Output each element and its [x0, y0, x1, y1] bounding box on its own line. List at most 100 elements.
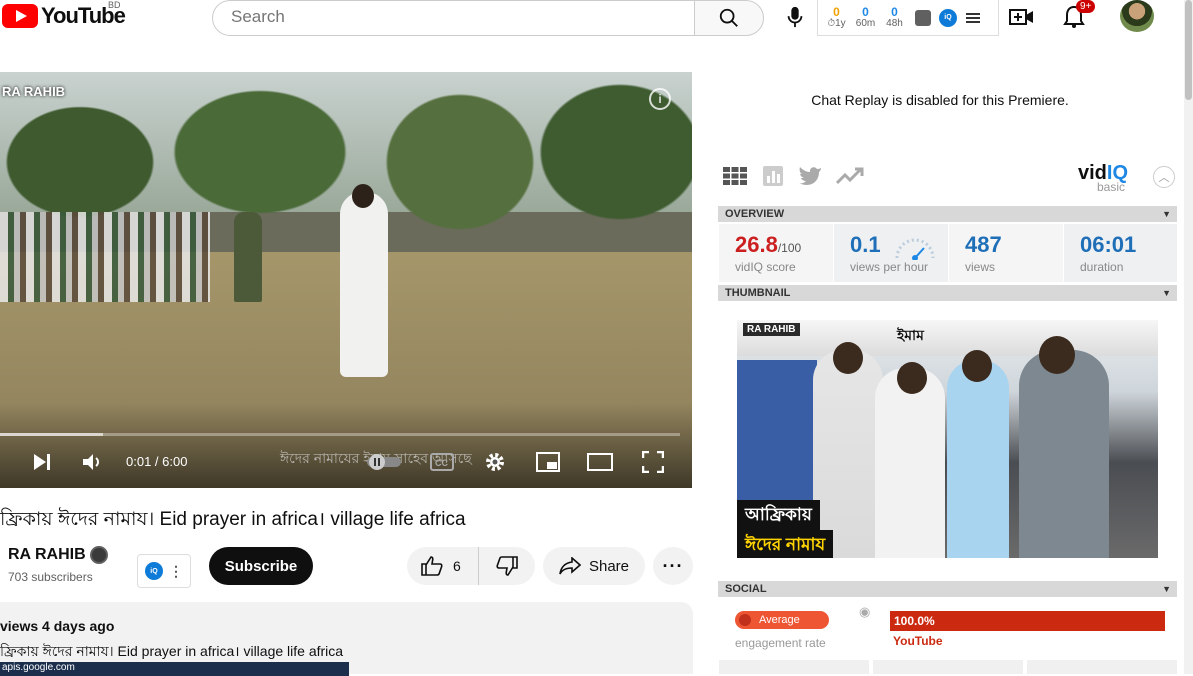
overview-duration: 06:01 duration — [1064, 224, 1177, 282]
video-time: 0:01 / 6:00 — [126, 454, 188, 469]
duration-label: duration — [1080, 260, 1124, 274]
description-meta: views 4 days ago — [0, 618, 115, 634]
video-thumbnail[interactable]: RA RAHIB ইমাম আফ্রিকায় ঈদের নামায — [737, 320, 1158, 558]
theater-mode-button[interactable] — [586, 450, 614, 474]
caret-down-icon: ▼ — [1162, 584, 1171, 594]
overview-label: OVERVIEW — [725, 208, 785, 220]
thumb-caption-1: আফ্রিকায় — [737, 500, 820, 532]
thumb-person-1 — [813, 350, 883, 558]
thumb-head-1 — [833, 342, 863, 374]
create-button[interactable] — [1008, 3, 1036, 31]
channel-badge-icon — [89, 546, 108, 564]
video-frame-imam — [340, 192, 388, 377]
grid-icon[interactable] — [722, 165, 748, 187]
social-label: SOCIAL — [725, 583, 767, 595]
search-icon — [719, 8, 738, 27]
overview-header[interactable]: OVERVIEW ▼ — [718, 206, 1177, 222]
info-icon[interactable]: i — [649, 88, 671, 110]
social-stat-cell — [873, 660, 1023, 674]
stat-48h-label: 48h — [886, 17, 903, 29]
theater-mode-icon — [587, 453, 613, 471]
description-text: ফ্রিকায় ঈদের নামায। Eid prayer in afric… — [0, 643, 344, 659]
vidiq-tier: basic — [1097, 180, 1126, 194]
thumb-head-2 — [897, 362, 927, 394]
menu-icon[interactable] — [966, 11, 980, 25]
search-box[interactable] — [212, 0, 695, 36]
video-progress-bar[interactable] — [0, 433, 680, 436]
dislike-button[interactable] — [479, 547, 535, 585]
share-button[interactable]: Share — [543, 547, 645, 585]
thumbnail-label: THUMBNAIL — [725, 287, 791, 299]
vidiq-toolbar: 0 ⏱1y 0 60m 0 48h iQ — [817, 0, 999, 36]
thumbs-down-icon — [496, 556, 518, 576]
engagement-badge-text: Average — [759, 614, 800, 626]
like-dislike-group: 6 — [407, 547, 535, 585]
search-button[interactable] — [694, 0, 764, 36]
stat-48h: 0 48h — [880, 6, 909, 29]
thumb-person-2 — [875, 368, 945, 558]
views-label: views — [965, 260, 996, 274]
stats-icon[interactable] — [762, 165, 784, 187]
stat-60m: 0 60m — [851, 6, 880, 29]
vidiq-icon: iQ — [145, 562, 163, 580]
trending-icon[interactable] — [836, 166, 864, 186]
video-frame-soldier — [234, 212, 262, 302]
volume-icon — [83, 454, 99, 470]
subscriber-count: 703 subscribers — [8, 570, 93, 584]
voice-search-button[interactable] — [780, 2, 810, 32]
vidiq-channel-button[interactable]: iQ ⋮ — [137, 554, 191, 588]
fullscreen-button[interactable] — [640, 450, 666, 474]
page-scrollbar[interactable] — [1184, 0, 1193, 674]
country-code: BD — [108, 0, 121, 10]
bar-chart-icon[interactable] — [915, 9, 931, 26]
social-stat-cell — [1027, 660, 1177, 674]
video-frame-crowd — [0, 212, 210, 302]
controls-gradient — [0, 402, 692, 488]
caret-down-icon: ▼ — [1162, 209, 1171, 219]
engagement-label: engagement rate — [735, 636, 826, 650]
youtube-play-icon — [2, 4, 38, 28]
video-buffered-fill — [0, 433, 103, 436]
miniplayer-button[interactable] — [534, 450, 562, 474]
more-actions-button[interactable]: ··· — [653, 547, 693, 585]
more-vert-icon: ⋮ — [169, 562, 183, 579]
thumbs-up-icon — [421, 556, 443, 576]
svg-text:CC: CC — [435, 458, 448, 468]
video-create-icon — [1009, 9, 1033, 25]
volume-button[interactable] — [80, 450, 106, 474]
search-input[interactable] — [213, 1, 695, 33]
thumbnail-header[interactable]: THUMBNAIL ▼ — [718, 285, 1177, 301]
youtube-logo[interactable]: YouTube — [0, 2, 126, 30]
social-header[interactable]: SOCIAL ▼ — [718, 581, 1177, 597]
channel-name[interactable]: RA RAHIB — [8, 546, 108, 564]
twitter-icon[interactable] — [798, 166, 822, 186]
subscribe-button[interactable]: Subscribe — [209, 547, 313, 585]
share-icon — [559, 557, 581, 575]
stat-1y: 0 ⏱1y — [822, 4, 851, 29]
stat-1y-value: 0 — [833, 4, 840, 19]
sad-face-icon — [739, 614, 751, 626]
like-button[interactable]: 6 — [407, 547, 479, 585]
video-player[interactable]: RA RAHIB i ঈদের নামাযের ইমাম সাহেব আসছে … — [0, 72, 692, 488]
stat-1y-label: ⏱1y — [827, 17, 846, 29]
vidiq-icon[interactable]: iQ — [939, 8, 957, 27]
share-label: Share — [588, 557, 630, 575]
avatar[interactable] — [1120, 0, 1154, 32]
autoplay-toggle-icon — [367, 454, 401, 470]
next-button[interactable] — [30, 450, 54, 474]
captions-button[interactable]: CC — [428, 450, 456, 474]
like-count: 6 — [453, 558, 461, 574]
chat-replay-notice: Chat Replay is disabled for this Premier… — [811, 92, 1069, 108]
settings-button[interactable] — [481, 450, 509, 474]
scrollbar-thumb[interactable] — [1185, 0, 1192, 100]
engagement-badge: Average — [735, 611, 829, 629]
collapse-panel-button[interactable]: ︿ — [1153, 166, 1175, 188]
overview-views-per-hour: 0.1 views per hour — [834, 224, 948, 282]
channel-name-text: RA RAHIB — [8, 546, 86, 563]
eye-icon[interactable]: ◉ — [859, 604, 870, 620]
autoplay-toggle[interactable] — [366, 450, 402, 474]
social-stat-cell — [719, 660, 869, 674]
youtube-share-bar: 100.0% — [890, 611, 1165, 631]
youtube-share-label: YouTube — [893, 634, 943, 648]
thumb-head-3 — [962, 350, 992, 382]
